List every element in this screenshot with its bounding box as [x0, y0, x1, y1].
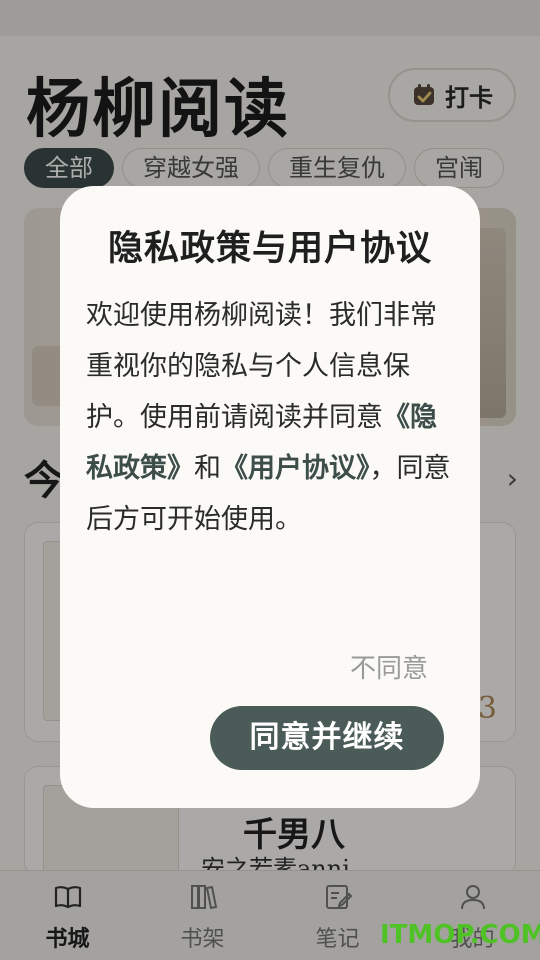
- dialog-title: 隐私政策与用户协议: [107, 228, 432, 269]
- dialog-body: 欢迎使用杨柳阅读！我们非常重视你的隐私与个人信息保护。使用前请阅读并同意《隐私政…: [86, 290, 458, 545]
- privacy-dialog: 隐私政策与用户协议 欢迎使用杨柳阅读！我们非常重视你的隐私与个人信息保护。使用前…: [60, 186, 480, 808]
- dialog-body-text: 和: [194, 453, 221, 484]
- accept-continue-button[interactable]: 同意并继续: [210, 706, 444, 770]
- user-agreement-link[interactable]: 《用户协议》: [221, 453, 370, 484]
- decline-button[interactable]: 不同意: [350, 648, 428, 685]
- watermark: ITMOP.COM: [380, 920, 540, 950]
